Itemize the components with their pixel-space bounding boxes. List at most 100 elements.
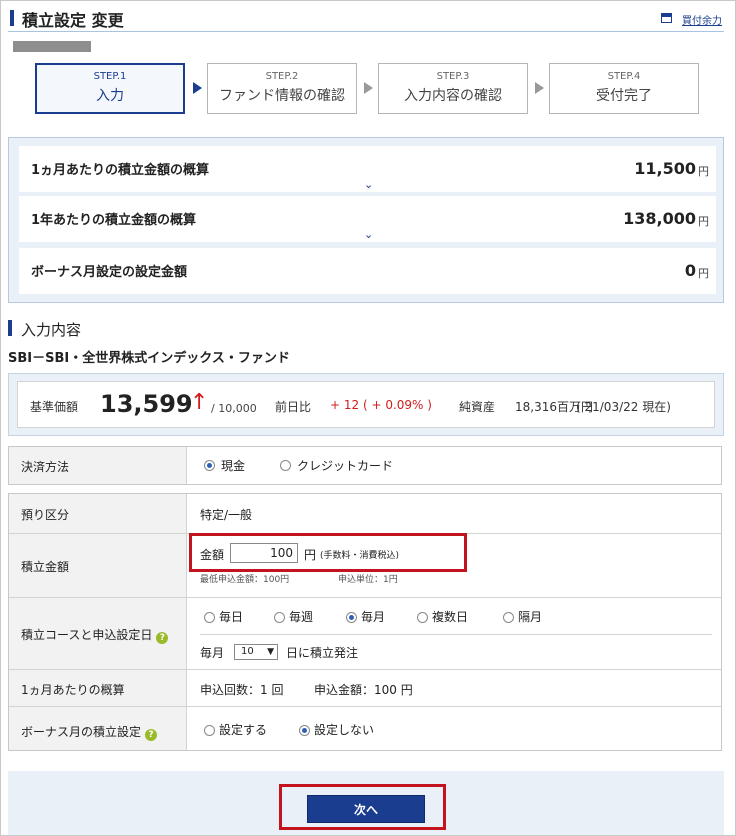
course-weekly-radio[interactable] — [274, 612, 285, 623]
min-amount-note: 最低申込金額：100円 — [200, 575, 290, 585]
divider — [200, 634, 712, 635]
day-suffix: 日に積立発注 — [286, 646, 359, 660]
radio-label: 毎日 — [219, 610, 244, 624]
change-label: 前日比 — [275, 400, 312, 414]
course-label-wrap: 積立コースと申込設定日? — [21, 626, 169, 644]
deposit-value: 特定/一般 — [200, 508, 253, 522]
summary-label: 1ヵ月あたりの積立金額の概算 — [31, 163, 210, 178]
radio-label: 現金 — [221, 459, 246, 473]
payment-cash-radio[interactable] — [204, 460, 215, 471]
summary-panel: 1ヵ月あたりの積立金額の概算 11,500 円 ⌄ 1年あたりの積立金額の概算 … — [8, 137, 724, 303]
step-number: STEP.3 — [436, 71, 470, 82]
row-header: 1ヵ月あたりの概算 — [9, 670, 187, 706]
payment-table: 決済方法 現金 クレジットカード — [8, 446, 722, 485]
course-row: 積立コースと申込設定日? 毎日 毎週 毎月 複数日 隔月 毎月 10 ▼ 日に積立… — [9, 597, 721, 669]
summary-unit: 円 — [698, 165, 709, 178]
chevron-down-icon: ▼ — [267, 647, 274, 657]
summary-label: ボーナス月設定の設定金額 — [31, 265, 188, 280]
radio-label: 隔月 — [518, 610, 543, 624]
summary-unit: 円 — [698, 215, 709, 228]
unit-amount-note: 申込単位：1円 — [338, 575, 398, 585]
step-arrow-icon — [193, 82, 202, 94]
help-icon[interactable]: ? — [156, 632, 169, 644]
step-arrow-icon — [535, 82, 544, 94]
radio-label: クレジットカード — [297, 459, 394, 473]
day-prefix: 毎月 — [200, 646, 225, 660]
price-info: 基準価額 13,599 ↑ / 10,000 前日比 + 12 ( + 0.09… — [17, 381, 715, 428]
step-label: 入力内容の確認 — [404, 88, 502, 104]
page-header: 積立設定 変更 買付余力 — [8, 4, 724, 32]
radio-label: 複数日 — [432, 610, 469, 624]
row-header: 積立金額 — [9, 534, 187, 597]
price-panel: 基準価額 13,599 ↑ / 10,000 前日比 + 12 ( + 0.09… — [8, 373, 724, 436]
order-count: 申込回数：1 回 — [200, 683, 284, 697]
monthly-estimate-row: 1ヵ月あたりの概算 申込回数：1 回 申込金額：100 円 — [9, 669, 721, 706]
day-value: 10 — [241, 646, 254, 657]
amount-label: 積立金額 — [21, 560, 70, 574]
summary-value: 138,000 — [623, 209, 696, 228]
price-date: ( 21/03/22 現在) — [576, 400, 671, 414]
order-amount: 申込金額：100 円 — [314, 683, 413, 697]
arrow-up-icon: ↑ — [190, 390, 209, 415]
step-label: 受付完了 — [596, 88, 652, 104]
radio-label: 設定する — [219, 723, 268, 737]
row-content: 現金 クレジットカード — [188, 447, 721, 484]
nav-per-unit: / 10,000 — [211, 402, 257, 415]
radio-label: 設定しない — [314, 723, 375, 737]
summary-unit: 円 — [698, 267, 709, 280]
summary-bonus: ボーナス月設定の設定金額 0 円 — [19, 248, 716, 294]
summary-value: 11,500 — [634, 159, 696, 178]
buying-power-link[interactable]: 買付余力 — [682, 12, 722, 27]
summary-label: 1年あたりの積立金額の概算 — [31, 213, 197, 228]
cash-icon — [661, 13, 672, 23]
next-highlight — [279, 784, 446, 830]
deposit-row: 預り区分 特定/一般 — [9, 494, 721, 533]
summary-value: 0 — [684, 261, 696, 280]
header-accent-bar — [10, 10, 14, 26]
row-header: ボーナス月の積立設定? — [9, 707, 187, 750]
masked-account-info — [13, 41, 91, 52]
payment-label: 決済方法 — [21, 460, 70, 474]
row-content: 毎日 毎週 毎月 複数日 隔月 毎月 10 ▼ 日に積立発注 — [188, 598, 721, 669]
page-title: 積立設定 変更 — [22, 11, 124, 30]
row-header: 預り区分 — [9, 494, 187, 533]
radio-label: 毎週 — [289, 610, 314, 624]
row-header: 決済方法 — [9, 447, 187, 484]
row-content: 申込回数：1 回 申込金額：100 円 — [188, 670, 721, 706]
step-2: STEP.2 ファンド情報の確認 — [207, 63, 357, 114]
day-select[interactable]: 10 ▼ — [234, 644, 278, 660]
step-number: STEP.4 — [607, 71, 641, 82]
course-multiday-radio[interactable] — [417, 612, 428, 623]
section-title: 入力内容 — [21, 321, 82, 339]
amount-highlight — [189, 533, 467, 572]
bonus-row: ボーナス月の積立設定? 設定する 設定しない — [9, 706, 721, 750]
bonus-label-wrap: ボーナス月の積立設定? — [21, 723, 158, 741]
nav-value: 13,599 — [100, 390, 193, 418]
step-1: STEP.1 入力 — [35, 63, 185, 114]
bonus-off-radio[interactable] — [299, 725, 310, 736]
step-arrow-icon — [364, 82, 373, 94]
step-number: STEP.1 — [93, 71, 127, 82]
step-3: STEP.3 入力内容の確認 — [378, 63, 528, 114]
nav-label: 基準価額 — [30, 400, 79, 414]
payment-row: 決済方法 現金 クレジットカード — [9, 447, 721, 484]
deposit-label: 預り区分 — [21, 508, 70, 522]
section-accent-bar — [8, 320, 12, 336]
row-header: 積立コースと申込設定日? — [9, 598, 187, 669]
fund-name: SBI－SBI・全世界株式インデックス・ファンド — [8, 351, 290, 366]
chevron-down-icon[interactable]: ⌄ — [364, 228, 374, 241]
course-bimonthly-radio[interactable] — [503, 612, 514, 623]
step-label: 入力 — [96, 88, 124, 104]
help-icon[interactable]: ? — [145, 729, 158, 741]
chevron-down-icon[interactable]: ⌄ — [364, 178, 374, 191]
bonus-on-radio[interactable] — [204, 725, 215, 736]
bonus-label: ボーナス月の積立設定 — [21, 725, 142, 739]
monthly-label: 1ヵ月あたりの概算 — [21, 683, 125, 697]
change-value: + 12 ( + 0.09% ) — [330, 398, 432, 412]
payment-card-radio[interactable] — [280, 460, 291, 471]
row-content: 特定/一般 — [188, 494, 721, 533]
order-form-table: 預り区分 特定/一般 積立金額 金額 100 円 (手数料・消費税込) 最低申込… — [8, 493, 722, 751]
course-monthly-radio[interactable] — [346, 612, 357, 623]
row-content: 設定する 設定しない — [188, 707, 721, 750]
course-daily-radio[interactable] — [204, 612, 215, 623]
